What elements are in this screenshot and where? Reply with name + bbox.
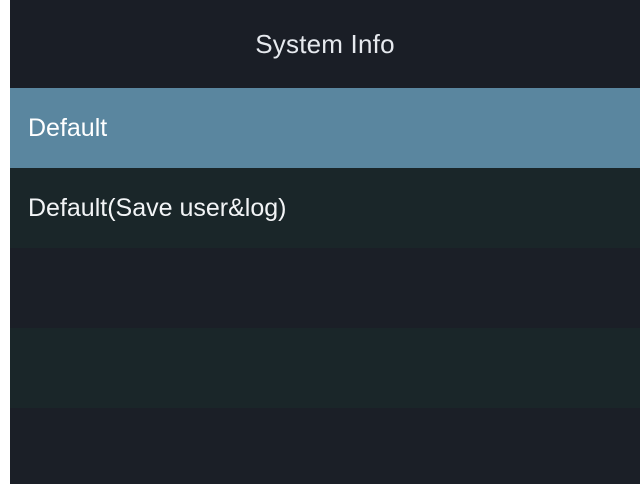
menu-item-label: Default(Save user&log) — [28, 193, 287, 222]
header-bar: System Info — [10, 0, 640, 88]
menu-item-default[interactable]: Default — [10, 88, 640, 168]
menu-item-empty-3 — [10, 408, 640, 484]
menu-item-default-save-user-log[interactable]: Default(Save user&log) — [10, 168, 640, 248]
menu-item-empty-2 — [10, 328, 640, 408]
page-title: System Info — [255, 28, 395, 59]
menu-item-empty-1 — [10, 248, 640, 328]
menu-item-label: Default — [28, 113, 108, 142]
device-screen: System Info Default Default(Save user&lo… — [10, 0, 640, 484]
